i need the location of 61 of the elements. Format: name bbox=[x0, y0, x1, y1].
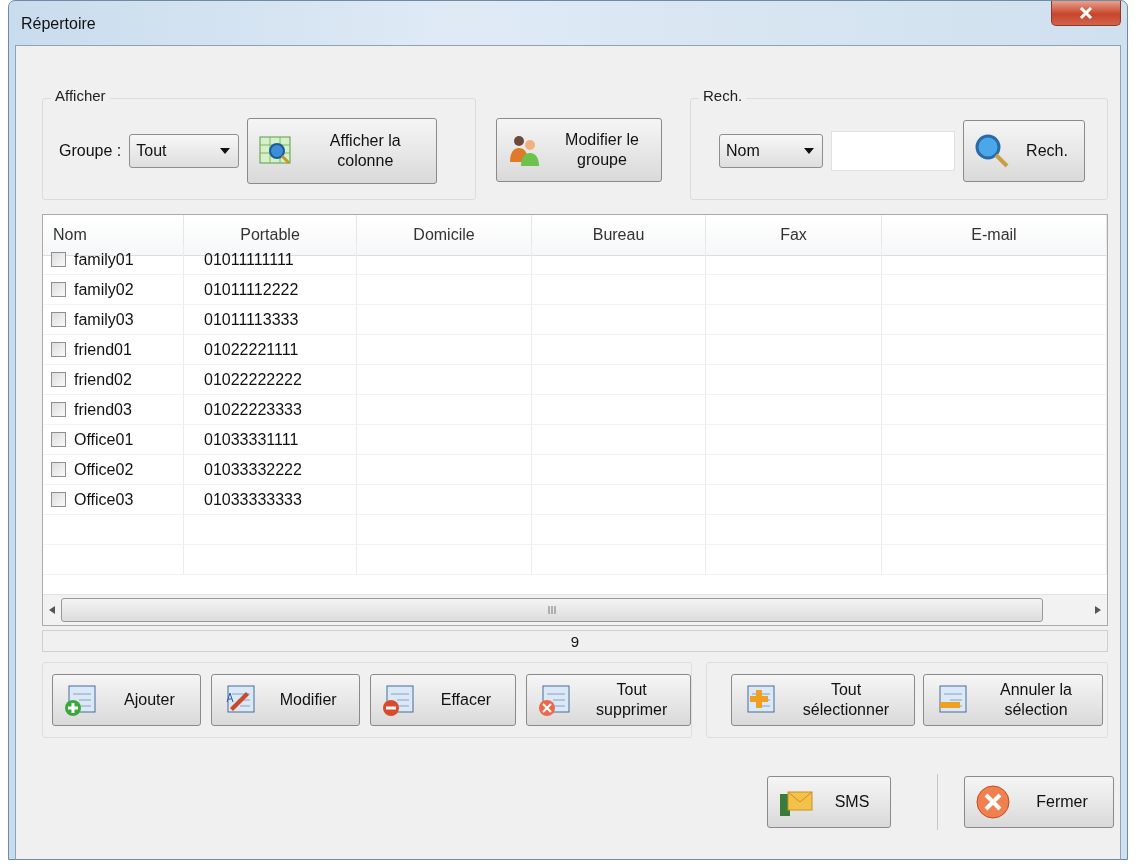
toolbar-button[interactable]: Tout supprimer bbox=[526, 674, 691, 726]
table-cell: 01022221111 bbox=[204, 340, 299, 359]
column-header[interactable]: Bureau bbox=[532, 215, 706, 256]
table-cell: 01011113333 bbox=[204, 310, 299, 329]
table-cell: family02 bbox=[74, 280, 134, 299]
table-cell: family03 bbox=[74, 310, 134, 329]
table-cell: friend02 bbox=[74, 370, 132, 389]
search-field[interactable] bbox=[831, 131, 955, 171]
row-checkbox[interactable] bbox=[51, 282, 66, 297]
table-cell: Office02 bbox=[74, 460, 134, 479]
group-label: Groupe : bbox=[59, 142, 122, 160]
table-cell: 01022223333 bbox=[204, 400, 302, 419]
close-button[interactable] bbox=[1051, 1, 1121, 26]
toolbar-button[interactable]: Tout sélectionner bbox=[731, 674, 915, 726]
record-count: 9 bbox=[570, 632, 580, 650]
row-checkbox[interactable] bbox=[51, 312, 66, 327]
scroll-right-icon[interactable] bbox=[1095, 606, 1101, 614]
close-icon bbox=[1079, 7, 1093, 19]
dropdown-arrow-icon bbox=[804, 148, 814, 154]
row-checkbox[interactable] bbox=[51, 492, 66, 507]
scrollbar-thumb[interactable] bbox=[61, 598, 1043, 622]
dropdown-arrow-icon bbox=[220, 148, 231, 154]
row-checkbox[interactable] bbox=[51, 432, 66, 447]
toolbar-button[interactable]: Fermer bbox=[964, 776, 1114, 828]
grip-icon bbox=[547, 606, 557, 614]
toolbar-button[interactable]: Modifier le groupe bbox=[496, 118, 662, 182]
field-dropdown[interactable]: Nom bbox=[719, 134, 823, 168]
table-cell: 01033333333 bbox=[204, 490, 302, 509]
column-header[interactable]: E-mail bbox=[882, 215, 1107, 256]
table-cell: friend03 bbox=[74, 400, 132, 419]
row-checkbox[interactable] bbox=[51, 462, 66, 477]
table-cell: 01022222222 bbox=[204, 370, 302, 389]
toolbar-button[interactable]: Modifier bbox=[210, 674, 360, 726]
table-cell: 01011112222 bbox=[204, 280, 299, 299]
remove-card-icon bbox=[380, 682, 417, 718]
toolbar-button[interactable]: Ajouter bbox=[52, 674, 201, 726]
toolbar-button[interactable]: Afficher la colonne bbox=[247, 118, 438, 184]
group-legend: Rech. bbox=[699, 87, 747, 104]
scroll-left-icon[interactable] bbox=[49, 606, 55, 614]
group-legend: Afficher bbox=[51, 87, 110, 104]
row-checkbox[interactable] bbox=[51, 252, 66, 267]
group-dropdown[interactable]: Tout bbox=[129, 134, 240, 168]
table-cell: friend01 bbox=[74, 340, 132, 359]
add-card-icon bbox=[63, 682, 99, 718]
table-cell: Office03 bbox=[74, 490, 134, 509]
toolbar-button[interactable]: Annuler la sélection bbox=[923, 674, 1103, 726]
column-header[interactable]: Fax bbox=[706, 215, 882, 256]
close-icon bbox=[975, 784, 1011, 820]
row-checkbox[interactable] bbox=[51, 342, 66, 357]
toolbar-button[interactable]: Rech. bbox=[963, 120, 1085, 182]
search-icon bbox=[974, 133, 1010, 169]
horizontal-scrollbar[interactable] bbox=[43, 594, 1107, 625]
row-checkbox[interactable] bbox=[51, 402, 66, 417]
window-title: Répertoire bbox=[21, 15, 96, 33]
table-cell: 01033331111 bbox=[204, 430, 299, 449]
toolbar-button[interactable]: Effacer bbox=[369, 674, 517, 726]
column-header[interactable]: Domicile bbox=[357, 215, 532, 256]
toolbar-button[interactable]: SMS bbox=[767, 776, 891, 828]
table-cell: Office01 bbox=[74, 430, 134, 449]
table-cell: 01033332222 bbox=[204, 460, 302, 479]
row-checkbox[interactable] bbox=[51, 372, 66, 387]
